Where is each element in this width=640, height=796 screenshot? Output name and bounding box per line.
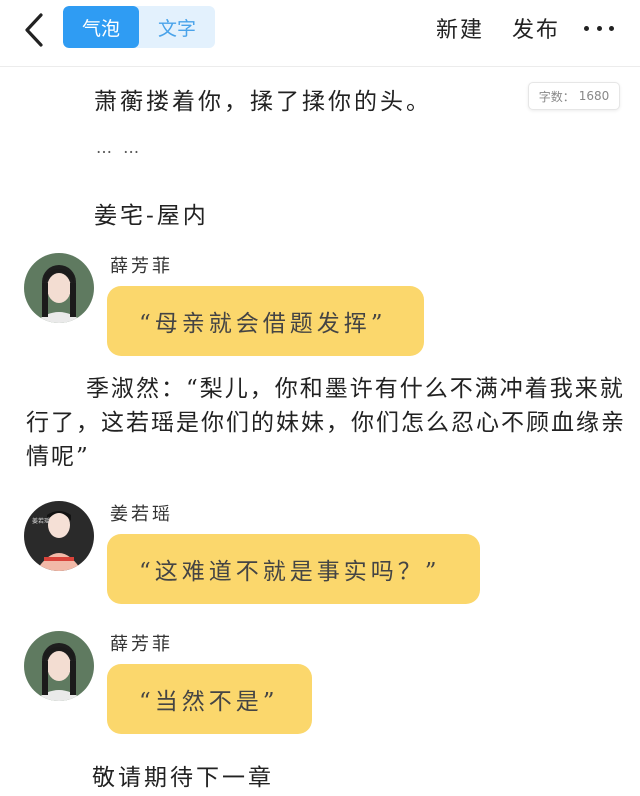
svg-text:姜若瑶: 姜若瑶 [32,517,50,525]
speaker-name: 薛芳菲 [110,256,173,277]
mode-segmented-control: 气泡 文字 [63,6,215,48]
chat-bubble[interactable]: “这难道不就是事实吗？” [107,534,480,604]
chevron-left-icon [25,13,43,47]
word-count-badge: 字数： 1680 [528,82,620,110]
avatar-xue-fangfei[interactable] [24,253,94,323]
speaker-name: 薛芳菲 [110,634,173,655]
word-count-value: 1680 [578,89,610,103]
new-button[interactable]: 新建 [436,12,484,44]
chat-bubble[interactable]: “当然不是” [107,664,312,734]
chapter-end-text: 敬请期待下一章 [92,765,274,791]
speaker-name: 姜若瑶 [110,504,173,525]
top-bar: 气泡 文字 新建 发布 [0,0,640,67]
scene-heading: 姜宅-屋内 [94,203,209,229]
chat-bubble[interactable]: “母亲就会借题发挥” [107,286,424,356]
avatar-jiang-ruoyao[interactable]: 姜若瑶 [24,501,94,571]
narration-line: 萧蘅搂着你，揉了揉你的头。 [94,89,432,115]
avatar-xue-fangfei[interactable] [24,631,94,701]
more-dots-icon[interactable] [584,18,614,38]
publish-button[interactable]: 发布 [512,12,560,44]
tab-text[interactable]: 文字 [139,6,215,48]
narration-paragraph: 季淑然：“梨儿，你和墨许有什么不满冲着我来就行了，这若瑶是你们的妹妹，你们怎么忍… [26,376,626,470]
back-button[interactable] [14,10,54,50]
tab-bubble[interactable]: 气泡 [63,6,139,48]
ellipsis-line: … … [96,138,143,157]
word-count-label: 字数： [538,89,575,104]
